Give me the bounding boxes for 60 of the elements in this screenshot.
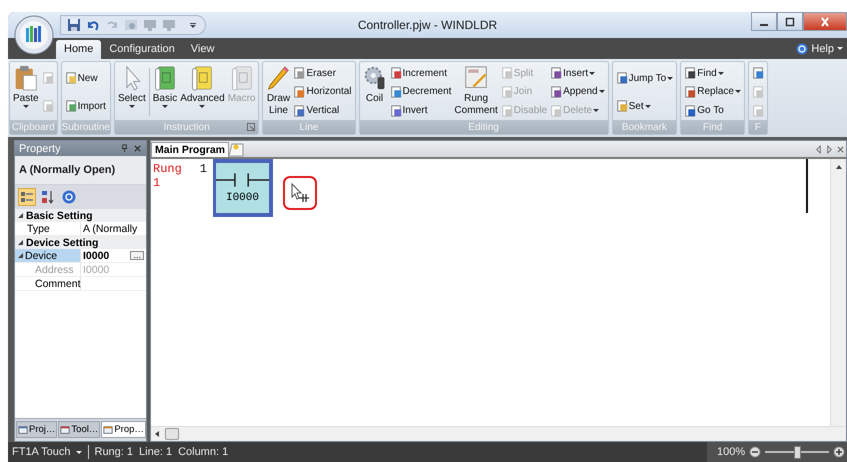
- group-label: Subroutine: [62, 122, 110, 132]
- ribbon-button[interactable]: Increment: [388, 64, 452, 82]
- ribbon-button[interactable]: Go To: [683, 102, 742, 120]
- panel-tab[interactable]: Prop…: [101, 421, 146, 438]
- object-name: A (Normally Open): [15, 156, 146, 185]
- column-position: Column: 1: [178, 446, 228, 458]
- ribbon-tab[interactable]: Home: [56, 40, 102, 59]
- rung-position: Rung: 1: [94, 446, 134, 458]
- ribbon-button[interactable]: Insert: [549, 64, 606, 82]
- property-name[interactable]: Comment: [15, 277, 81, 290]
- property-name[interactable]: Device: [15, 249, 81, 262]
- line-position: Line: 1: [139, 446, 172, 458]
- ribbon-button[interactable]: Rung Comment: [453, 64, 499, 120]
- document-tab[interactable]: Main Program: [151, 142, 230, 157]
- ribbon-button[interactable]: Replace: [683, 83, 742, 100]
- ribbon-button[interactable]: New: [64, 70, 107, 86]
- group-label: Bookmark: [622, 122, 667, 132]
- category-label: Device Setting: [26, 236, 98, 248]
- ribbon-button[interactable]: Eraser: [292, 64, 353, 82]
- property-value: I0000: [83, 250, 110, 262]
- panel-tab[interactable]: Tool…: [58, 421, 100, 438]
- group-label: Find: [702, 122, 722, 132]
- plc-selector[interactable]: FT1A Touch: [12, 446, 82, 458]
- zoom-level: 100%: [717, 446, 746, 458]
- help-button[interactable]: Help: [796, 42, 847, 54]
- device-address: I0000: [226, 192, 259, 204]
- property-name[interactable]: Type: [15, 222, 81, 235]
- ribbon-button[interactable]: Decrement: [388, 83, 452, 100]
- ribbon-button[interactable]: Basic: [152, 64, 178, 120]
- panel-tab[interactable]: Proj…: [16, 421, 58, 438]
- browse-button[interactable]: ...: [130, 251, 144, 260]
- rung-number: 1: [153, 176, 162, 190]
- ribbon-tab[interactable]: View: [182, 40, 222, 59]
- rung-label: Rung: [153, 162, 182, 176]
- ribbon-tab[interactable]: Configuration: [101, 40, 183, 59]
- group-label: Instruction: [164, 122, 210, 132]
- line-number: 1: [200, 162, 207, 176]
- window-title: Controller.pjw - WINDLDR: [356, 18, 498, 32]
- ribbon-button[interactable]: Set: [614, 98, 674, 114]
- panel-title: Property: [19, 142, 61, 154]
- contact-cell[interactable]: I0000: [213, 159, 273, 217]
- group-label: Line: [300, 122, 318, 132]
- ribbon-button[interactable]: Advanced: [179, 64, 226, 120]
- ribbon-button[interactable]: Select: [116, 64, 147, 120]
- group-label: Editing: [468, 122, 499, 132]
- ribbon-button[interactable]: Coil: [362, 64, 388, 120]
- ribbon-button[interactable]: Draw Line: [265, 64, 292, 120]
- ribbon-button[interactable]: Import: [64, 98, 107, 114]
- ribbon-button[interactable]: Find: [683, 64, 742, 82]
- ribbon-button[interactable]: Invert: [388, 102, 452, 120]
- ribbon-button[interactable]: Paste: [12, 64, 40, 120]
- ribbon-button[interactable]: Jump To: [614, 70, 674, 86]
- property-value: I0000: [83, 264, 110, 276]
- group-label: Clipboard: [12, 122, 55, 132]
- category-label: Basic Setting: [26, 210, 93, 222]
- ribbon-button[interactable]: Append: [549, 83, 606, 100]
- ribbon-button[interactable]: Horizontal: [292, 83, 353, 100]
- ribbon-button[interactable]: Vertical: [292, 102, 353, 120]
- group-label: F: [754, 122, 761, 132]
- property-value: A (Normally: [83, 222, 138, 234]
